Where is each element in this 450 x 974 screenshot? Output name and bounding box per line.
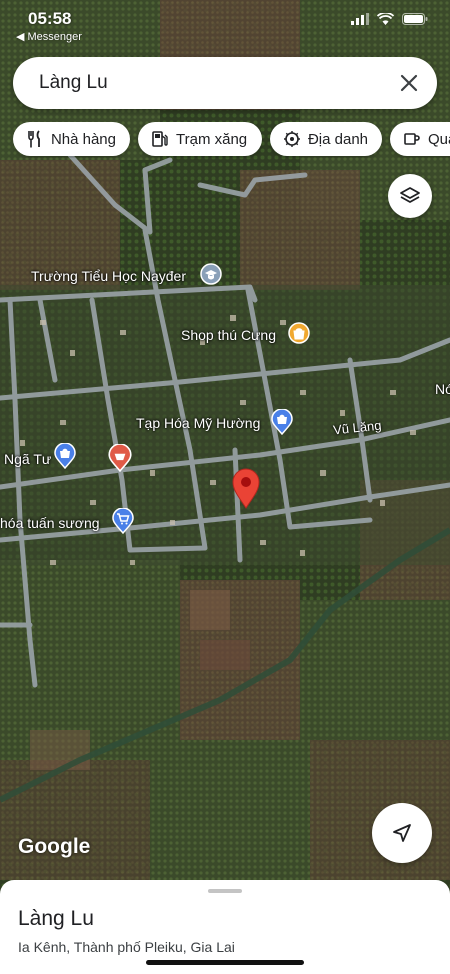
home-indicator[interactable] <box>146 960 304 965</box>
close-icon <box>400 74 418 92</box>
school-icon <box>200 263 222 285</box>
cart-icon <box>112 508 134 534</box>
search-bar[interactable]: Làng Lu <box>13 57 437 109</box>
fork-knife-icon <box>25 129 45 149</box>
chip-gas-stations[interactable]: Trạm xăng <box>138 122 262 156</box>
chip-landmarks[interactable]: Địa danh <box>270 122 382 156</box>
place-label: Shop thú Cưng <box>181 327 276 343</box>
layers-icon <box>400 187 420 203</box>
status-bar: 05:58 ◀ Messenger <box>0 0 450 48</box>
shopping-icon <box>288 322 310 344</box>
category-chips: Nhà hàng Trạm xăng Địa danh Quá <box>13 122 450 158</box>
my-location-button[interactable] <box>372 803 432 863</box>
sheet-drag-handle[interactable] <box>208 889 242 893</box>
cup-icon <box>402 129 422 149</box>
chip-label: Nhà hàng <box>50 130 116 148</box>
back-to-app-link[interactable]: ◀ Messenger <box>16 30 82 43</box>
chip-label: Địa danh <box>307 130 368 148</box>
wifi-icon <box>377 13 394 25</box>
place-label: Ngã Tư <box>4 451 52 467</box>
chip-label: Trạm xăng <box>176 130 248 148</box>
navigation-arrow-icon <box>393 824 411 842</box>
google-logo: Google <box>18 835 91 858</box>
chip-label: Quá <box>428 130 450 148</box>
map-layers-button[interactable] <box>388 174 432 218</box>
place-label-cut: Nó <box>435 381 450 397</box>
chip-cafes[interactable]: Quá <box>390 122 450 156</box>
status-time: 05:58 <box>28 9 72 28</box>
place-title: Làng Lu <box>18 907 94 930</box>
clear-search-button[interactable] <box>395 69 423 97</box>
shopping-bag-icon <box>54 443 76 469</box>
place-label: hóa tuấn sương <box>0 515 100 531</box>
selected-location-pin-icon[interactable] <box>231 467 261 509</box>
restaurant-pin-icon <box>108 444 132 472</box>
signal-icon <box>351 13 369 25</box>
battery-icon <box>402 13 428 25</box>
place-label: Trường Tiểu Học Nayđer <box>31 268 186 284</box>
search-query[interactable]: Làng Lu <box>39 72 108 94</box>
place-label: Tạp Hóa Mỹ Hường <box>136 415 261 431</box>
gas-station-icon <box>150 129 170 149</box>
place-address: Ia Kênh, Thành phố Pleiku, Gia Lai <box>18 939 235 955</box>
chip-restaurants[interactable]: Nhà hàng <box>13 122 130 156</box>
landmark-icon <box>282 129 302 149</box>
shopping-bag-icon <box>271 409 293 435</box>
